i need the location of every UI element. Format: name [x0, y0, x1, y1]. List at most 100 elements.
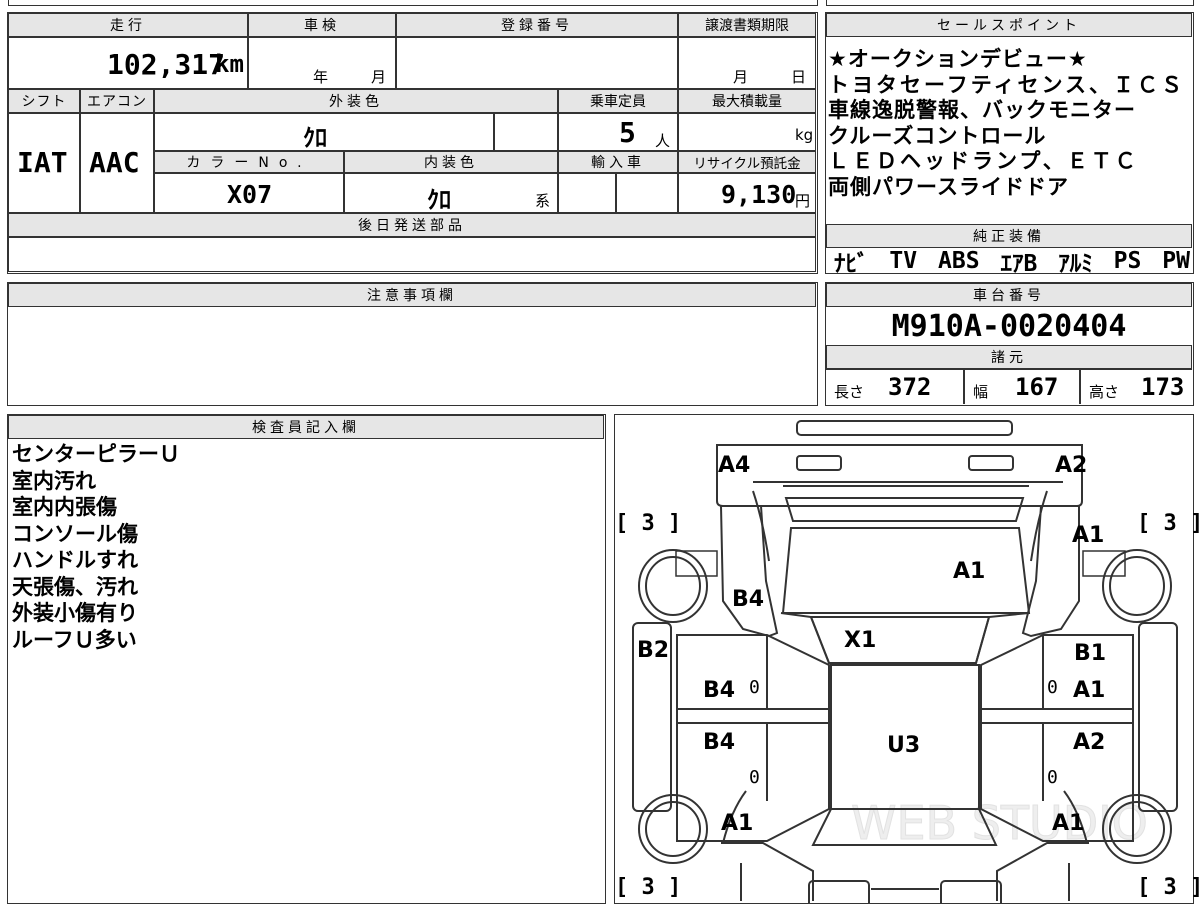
recycle-value: 9,130 [721, 180, 797, 209]
mark-a1-right-front-door: A1 [1073, 678, 1106, 703]
color-no-header: カラーNo. [154, 151, 344, 173]
top-cutoff-strip-right [826, 0, 1194, 6]
sales-points-list: ★オークションデビュー★ トヨタセーフティセンス、ＩＣＳ 車線逸脱警報、バックモ… [828, 47, 1190, 200]
registration-cell [396, 37, 678, 89]
transfer-deadline-header: 譲渡書類期限 [678, 13, 816, 37]
inspector-note: 室内汚れ [12, 468, 96, 493]
mileage-unit: km [215, 50, 244, 78]
equipment-pw: PW [1162, 248, 1190, 274]
spec-height-cell: 高さ 173 [1080, 369, 1192, 404]
registration-header: 登録番号 [396, 13, 678, 37]
chassis-number: M910A-0020404 [891, 308, 1127, 344]
later-parts-header: 後日発送部品 [8, 213, 816, 237]
max-load-header: 最大積載量 [678, 89, 816, 113]
capacity-header: 乗車定員 [558, 89, 678, 113]
mark-u3-roof: U3 [887, 733, 921, 758]
mark-b2-left-side: B2 [637, 638, 670, 663]
later-parts-cell [8, 237, 816, 272]
mark-a1-right-rear: A1 [1052, 811, 1085, 836]
import-cell-a [558, 173, 616, 213]
specs-header: 諸元 [826, 345, 1192, 369]
mark-a1-left-rear: A1 [721, 811, 754, 836]
recycle-header: リサイクル預託金 [678, 151, 816, 173]
spec-length-value: 372 [888, 373, 932, 401]
aircon-header: エアコン [80, 89, 154, 113]
mileage-header: 走行 [8, 13, 248, 37]
sales-point-line: 両側パワースライドドア [828, 174, 1069, 199]
equipment-navi: ﾅﾋﾞ [834, 251, 869, 277]
import-header: 輸入車 [558, 151, 678, 173]
inspector-note: 天張傷、汚れ [12, 574, 138, 599]
interior-color-value: ｸﾛ [427, 186, 451, 213]
sales-point-line: トヨタセーフティセンス、ＩＣＳ [828, 72, 1186, 97]
interior-color-suffix: 系 [535, 192, 551, 210]
sales-point-line: 車線逸脱警報、バックモニター [828, 98, 1136, 122]
sales-point-line: ＬＥＤヘッドランプ、ＥＴＣ [828, 149, 1139, 173]
spec-width-value: 167 [1015, 373, 1059, 401]
import-cell-b [616, 173, 678, 213]
top-cutoff-strip [8, 0, 818, 6]
shift-value: IAT [17, 146, 68, 179]
sales-point-line: ★オークションデビュー★ [828, 47, 1088, 71]
exterior-color-value: ｸﾛ [303, 124, 327, 151]
caution-header: 注意事項欄 [8, 283, 816, 307]
inspector-note: 外装小傷有り [12, 601, 138, 625]
mark-a1-right-front-fender: A1 [1072, 523, 1105, 548]
inspector-note: ルーフＵ多い [12, 627, 137, 652]
recycle-cell: 9,130 円 [678, 173, 816, 213]
exterior-color-extra-cell [494, 113, 558, 151]
door-zero-left-rear: 0 [749, 767, 760, 788]
color-no-cell: X07 [154, 173, 344, 213]
exterior-color-header: 外装色 [154, 89, 558, 113]
mark-a4-front-left: A4 [718, 453, 751, 478]
chassis-header: 車台番号 [826, 283, 1192, 307]
genuine-equipment-list: ﾅﾋﾞ TV ABS ｴｱB ｱﾙﾐ PS PW [834, 248, 1190, 277]
mark-b1-right-side: B1 [1074, 641, 1107, 666]
door-zero-left-front: 0 [749, 677, 760, 698]
spec-width-label: 幅 [973, 383, 989, 401]
inspection-month-unit: 月 [371, 68, 387, 86]
tire-bracket-rear-right: [ 3 ] [1137, 875, 1200, 900]
inspector-note: センターピラーＵ [12, 442, 180, 466]
sales-points-panel: セールスポイント ★オークションデビュー★ トヨタセーフティセンス、ＩＣＳ 車線… [825, 12, 1194, 277]
spec-height-value: 173 [1141, 373, 1185, 401]
mark-a2-front-right: A2 [1055, 453, 1088, 478]
chassis-specs-panel: 車台番号 M910A-0020404 諸元 長さ 372 幅 167 高さ 17… [825, 282, 1194, 406]
max-load-cell: kg [678, 113, 816, 151]
car-damage-diagram: WEB STUDIO [3] [3] [3] [3] A4 A2… [614, 414, 1200, 904]
sales-points-header: セールスポイント [826, 13, 1192, 37]
transfer-month-unit: 月 [733, 68, 749, 86]
inspector-note: 室内内張傷 [12, 495, 117, 519]
spec-length-cell: 長さ 372 [826, 369, 964, 404]
capacity-value: 5 [619, 116, 636, 149]
interior-color-header: 内装色 [344, 151, 558, 173]
tire-bracket-rear-left: [ 3 ] [615, 875, 682, 900]
inspection-year-unit: 年 [313, 68, 329, 86]
mark-b4-left-rear-door: B4 [703, 730, 736, 755]
interior-color-cell: ｸﾛ 系 [344, 173, 558, 213]
chassis-number-cell: M910A-0020404 [826, 307, 1192, 345]
transfer-day-unit: 日 [791, 68, 807, 86]
max-load-unit: kg [795, 126, 814, 144]
equipment-alloy: ｱﾙﾐ [1058, 251, 1093, 277]
caution-panel: 注意事項欄 [7, 282, 818, 406]
equipment-abs: ABS [938, 248, 980, 274]
shift-header: シフト [8, 89, 80, 113]
mileage-value: 102,317 [107, 48, 226, 81]
door-zero-right-rear: 0 [1047, 767, 1058, 788]
equipment-tv: TV [889, 248, 918, 274]
mark-x1-windshield: X1 [844, 628, 877, 653]
spec-width-cell: 幅 167 [964, 369, 1080, 404]
tire-bracket-front-left: [ 3 ] [615, 511, 682, 536]
tire-bracket-front-right: [ 3 ] [1137, 511, 1200, 536]
inspector-note: ハンドルすれ [12, 548, 138, 572]
aircon-value: AAC [89, 146, 140, 179]
color-no-value: X07 [227, 180, 273, 209]
equipment-ps: PS [1113, 248, 1142, 274]
main-info-grid: 走行 車検 登録番号 譲渡書類期限 102,317 km 年 月 月 日 シフト… [7, 12, 818, 274]
inspector-panel: 検査員記入欄 センターピラーＵ 室内汚れ 室内内張傷 コンソール傷 ハンドルすれ… [7, 414, 606, 904]
spec-length-label: 長さ [834, 383, 865, 401]
mark-b4-left-front: B4 [732, 587, 765, 612]
mileage-cell: 102,317 km [8, 37, 248, 89]
transfer-deadline-cell: 月 日 [678, 37, 816, 89]
